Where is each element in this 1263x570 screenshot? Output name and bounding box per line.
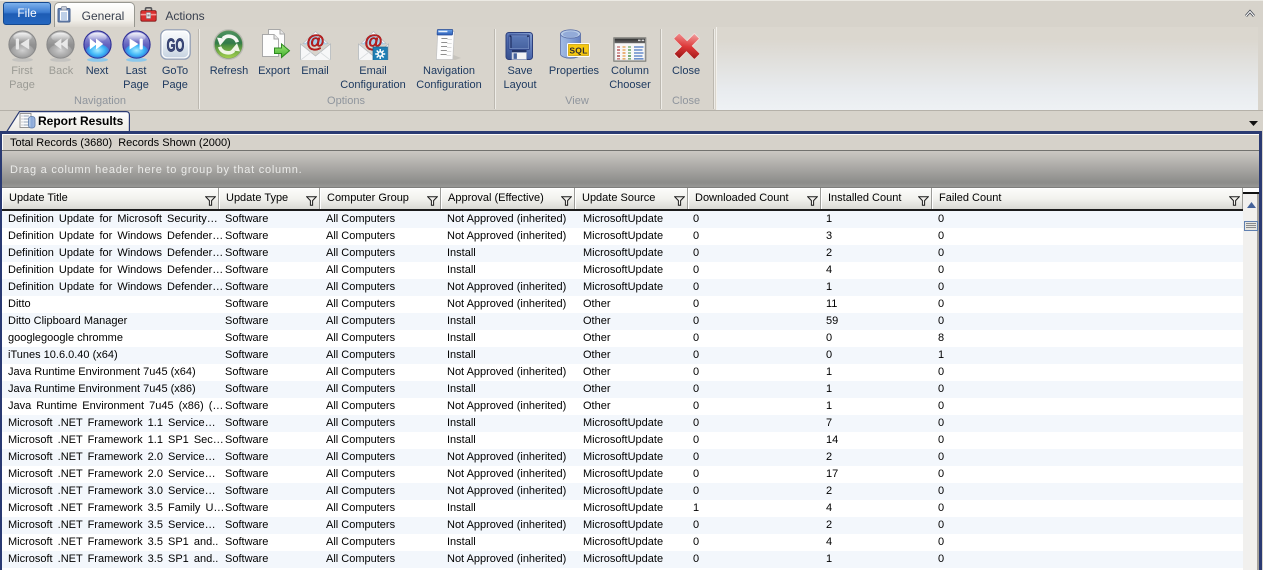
- svg-text:@: @: [306, 31, 324, 52]
- svg-text:GO: GO: [167, 36, 185, 57]
- svg-text:SQL: SQL: [569, 46, 587, 56]
